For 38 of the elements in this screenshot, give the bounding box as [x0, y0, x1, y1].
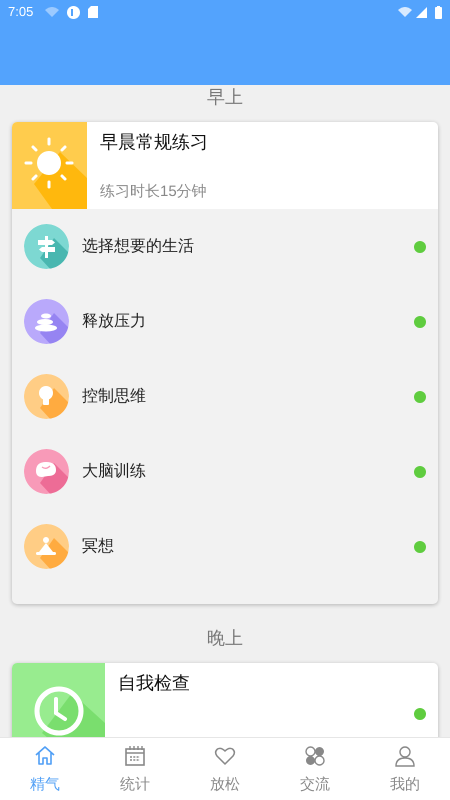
wifi-icon: [398, 7, 412, 17]
exercise-label: 释放压力: [82, 312, 147, 332]
wifi-icon: [45, 7, 60, 17]
meditation-icon: [24, 524, 69, 569]
card-header[interactable]: 自我检查: [12, 663, 438, 737]
notification-icon: [67, 6, 80, 18]
calendar-icon: [123, 744, 147, 768]
section-label: 早上: [207, 86, 243, 109]
nav-tab[interactable]: 统计: [90, 738, 180, 800]
sun-icon: [12, 122, 87, 209]
exercise-row[interactable]: 释放压力: [12, 284, 438, 359]
section-label: 晚上: [207, 627, 243, 650]
card-title: 自我检查: [118, 672, 191, 695]
sd-card-icon: [88, 6, 98, 18]
nav-tab[interactable]: 交流: [270, 738, 360, 800]
signal-icon: [416, 6, 427, 18]
exercise-row[interactable]: 冥想: [12, 509, 438, 584]
exercise-label: 控制思维: [82, 386, 147, 406]
signpost-icon: [24, 224, 69, 269]
exercise-label: 选择想要的生活: [82, 236, 195, 256]
brain-icon: [24, 449, 69, 494]
battery-icon: [435, 6, 442, 18]
exercise-row[interactable]: 控制思维: [12, 359, 438, 434]
status-time: 7:05: [8, 3, 34, 22]
card-subtitle: 练习时长15分钟: [100, 182, 208, 202]
card-header[interactable]: 早晨常规练习 练习时长15分钟: [12, 122, 438, 209]
card-title: 早晨常规练习: [100, 131, 209, 154]
exercise-label: 大脑训练: [82, 462, 147, 482]
stones-icon: [24, 299, 69, 344]
exercise-label: 冥想: [82, 536, 115, 556]
exercise-row[interactable]: 选择想要的生活: [12, 209, 438, 284]
clover-icon: [303, 744, 327, 768]
person-icon: [393, 744, 417, 768]
nav-tab[interactable]: 放松: [180, 738, 270, 800]
nav-tab[interactable]: 我的: [360, 738, 450, 800]
bulb-icon: [24, 374, 69, 419]
exercise-row[interactable]: 大脑训练: [12, 434, 438, 509]
home-icon: [33, 744, 57, 768]
